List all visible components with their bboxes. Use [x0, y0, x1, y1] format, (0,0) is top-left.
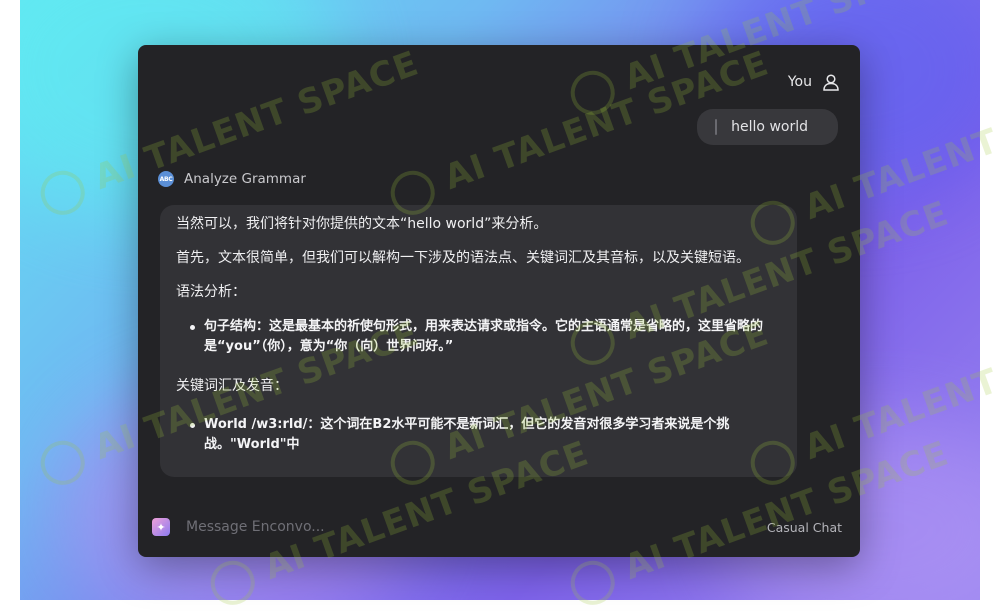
section-heading: 关键词汇及发音：: [176, 378, 288, 394]
user-message-bubble: hello world: [697, 109, 838, 145]
abc-icon: ABC: [158, 171, 174, 187]
chat-mode-selector[interactable]: Casual Chat: [767, 520, 842, 535]
message-input[interactable]: [184, 518, 767, 536]
user-icon: [822, 73, 840, 91]
quote-bar: [715, 119, 718, 135]
bullet-list: World /w3:rld/：这个词在B2水平可能不是新词汇，但它的发音对很多学…: [176, 415, 781, 455]
message-composer: ✦ Casual Chat: [138, 497, 860, 557]
assistant-header: ABC Analyze Grammar: [158, 171, 306, 187]
assistant-name: Analyze Grammar: [184, 171, 306, 187]
assistant-paragraph: 当然可以，我们将针对你提供的文本“hello world”来分析。: [176, 216, 548, 232]
user-header: You: [788, 73, 840, 91]
list-item: World /w3:rld/：这个词在B2水平可能不是新词汇，但它的发音对很多学…: [190, 415, 781, 455]
assistant-paragraph: 首先，文本很简单，但我们可以解构一下涉及的语法点、关键词汇及其音标，以及关键短语…: [176, 250, 750, 266]
user-message-text: hello world: [731, 119, 808, 135]
sparkle-icon[interactable]: ✦: [152, 518, 170, 536]
assistant-message-bubble: 当然可以，我们将针对你提供的文本“hello world”来分析。 首先，文本很…: [160, 205, 797, 477]
chat-window: You hello world ABC Analyze Grammar 当然可以…: [138, 45, 860, 557]
list-item: 句子结构：这是最基本的祈使句形式，用来表达请求或指令。它的主语通常是省略的，这里…: [190, 317, 781, 357]
section-heading: 语法分析：: [176, 284, 246, 300]
bullet-list: 句子结构：这是最基本的祈使句形式，用来表达请求或指令。它的主语通常是省略的，这里…: [176, 317, 781, 357]
user-name: You: [787, 74, 812, 90]
